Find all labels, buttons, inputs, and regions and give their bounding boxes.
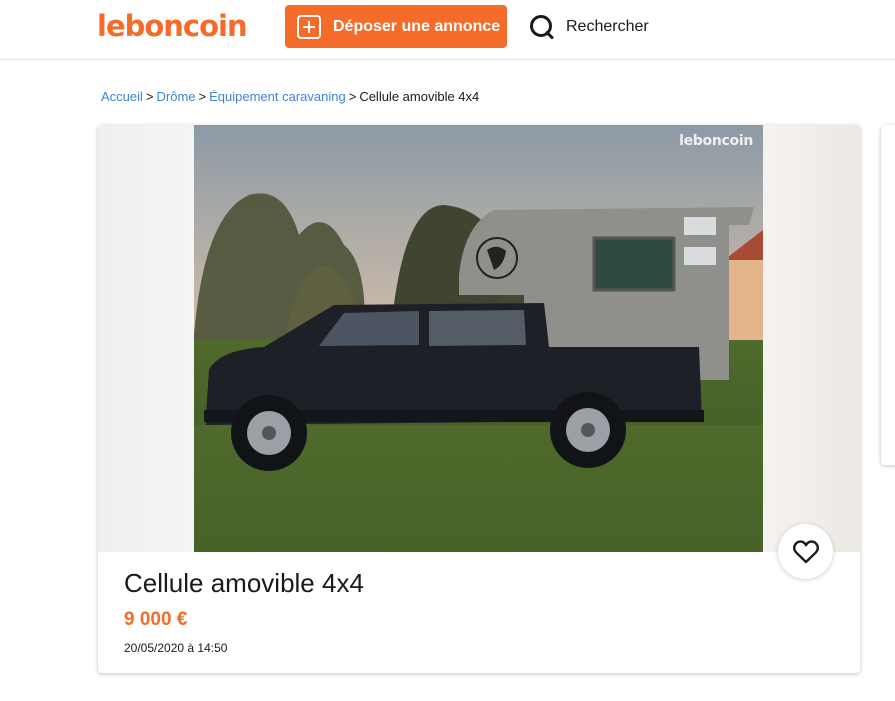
deposit-ad-label: Déposer une annonce xyxy=(333,17,501,35)
breadcrumb: Accueil > Drôme > Équipement caravaning > Cell… xyxy=(101,89,479,104)
search-label: Rechercher xyxy=(566,18,649,35)
breadcrumb-separator: > xyxy=(145,89,154,104)
listing-photo-image xyxy=(194,125,763,552)
side-panel-card xyxy=(881,125,895,465)
breadcrumb-link-accueil[interactable]: Accueil xyxy=(101,89,143,104)
photo-gallery[interactable]: leboncoin xyxy=(98,125,860,552)
breadcrumb-current: Cellule amovible 4x4 xyxy=(359,89,480,104)
listing-photo[interactable]: leboncoin xyxy=(194,125,763,552)
listing-date: 20/05/2020 à 14:50 xyxy=(124,641,228,655)
breadcrumb-link-drome[interactable]: Drôme xyxy=(157,89,196,104)
magnifier-icon xyxy=(528,13,556,41)
deposit-ad-button[interactable]: Déposer une annonce xyxy=(285,5,507,48)
breadcrumb-separator: > xyxy=(198,89,207,104)
photo-watermark: leboncoin xyxy=(679,133,753,149)
listing-title: Cellule amovible 4x4 xyxy=(124,568,364,598)
top-bar: leboncoin Déposer une annonce Rechercher xyxy=(0,0,895,60)
listing-card: leboncoin Cellule amovible 4x4 9 000 € 2… xyxy=(98,125,860,673)
favorite-button[interactable] xyxy=(778,524,833,579)
heart-icon xyxy=(792,539,819,563)
plus-square-icon xyxy=(297,14,321,39)
breadcrumb-separator: > xyxy=(348,89,357,104)
breadcrumb-link-caravaning[interactable]: Équipement caravaning xyxy=(209,89,346,104)
search-button[interactable]: Rechercher xyxy=(528,12,649,42)
leboncoin-logo[interactable]: leboncoin xyxy=(97,9,248,43)
listing-price: 9 000 € xyxy=(124,609,188,630)
